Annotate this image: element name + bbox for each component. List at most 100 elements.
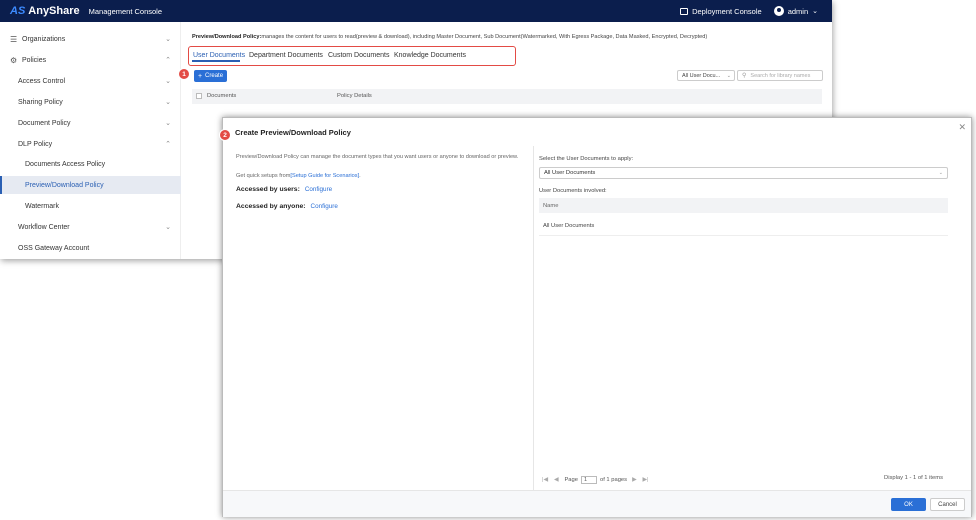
chevron-down-icon: ⌄ — [812, 8, 818, 15]
deployment-console-label: Deployment Console — [692, 6, 762, 16]
close-icon[interactable]: ✕ — [958, 122, 966, 133]
column-name: Name — [543, 202, 559, 209]
display-count: Display 1 - 1 of 1 items — [884, 475, 943, 481]
sidebar-item-label: OSS Gateway Account — [18, 244, 90, 252]
sidebar-item-documents-access-policy[interactable]: Documents Access Policy — [0, 155, 181, 173]
dialog-intro: Preview/Download Policy can manage the d… — [236, 154, 519, 160]
search-placeholder: Search for library names — [750, 72, 811, 79]
document-type-select-value: All User Docu... — [682, 72, 721, 79]
setup-guide-line: Get quick setups from[Setup Guide for Sc… — [236, 173, 361, 179]
chevron-down-icon: ⌄ — [165, 120, 171, 127]
org-icon: ☰ — [10, 34, 18, 44]
chevron-down-icon: ⌄ — [165, 224, 171, 231]
policy-description-title: Preview/Download Policy: — [192, 34, 262, 40]
sidebar-item-dlp-policy[interactable]: DLP Policy ⌃ — [0, 135, 181, 153]
row-name: All User Documents — [543, 222, 595, 229]
step-badge-2: 2 — [219, 129, 231, 141]
tab-custom-documents[interactable]: Custom Documents — [328, 52, 389, 59]
top-bar: AS AnyShare Management Console Deploymen… — [0, 0, 832, 22]
prev-page-icon[interactable]: ◀ — [554, 477, 558, 483]
chevron-down-icon: ⌄ — [165, 78, 171, 85]
accessed-by-users-row: Accessed by users: Configure — [236, 186, 332, 193]
sidebar-item-label: Sharing Policy — [18, 98, 63, 106]
create-button[interactable]: + Create — [194, 70, 227, 82]
sidebar-item-label: Policies — [22, 56, 47, 64]
sidebar-item-document-policy[interactable]: Document Policy ⌄ — [0, 114, 181, 132]
chevron-down-icon: ⌄ — [938, 170, 943, 176]
page-label: Page — [564, 477, 578, 483]
user-documents-select-value: All User Documents — [544, 170, 596, 176]
setup-prefix: Get quick setups from — [236, 173, 291, 179]
monitor-icon — [680, 7, 689, 15]
logo[interactable]: AS AnyShare — [10, 5, 80, 17]
search-input[interactable]: ⚲ Search for library names — [737, 70, 823, 81]
first-page-icon[interactable]: |◀ — [542, 477, 548, 483]
sidebar-item-oss-gateway-account[interactable]: OSS Gateway Account — [0, 239, 181, 257]
sidebar-item-access-control[interactable]: Access Control ⌄ — [0, 72, 181, 90]
tab-knowledge-documents[interactable]: Knowledge Documents — [394, 52, 466, 59]
user-name: admin — [787, 6, 809, 16]
sidebar-item-label: Document Policy — [18, 119, 71, 127]
sidebar-item-workflow-center[interactable]: Workflow Center ⌄ — [0, 218, 181, 236]
screen: AS AnyShare Management Console Deploymen… — [0, 0, 976, 520]
dialog-footer: OK Cancel — [223, 490, 971, 517]
cancel-button[interactable]: Cancel — [930, 498, 965, 511]
chevron-down-icon: ⌄ — [726, 72, 731, 79]
active-tab-underline — [192, 60, 240, 62]
accessed-by-anyone-row: Accessed by anyone: Configure — [236, 203, 338, 210]
sidebar-item-label: Access Control — [18, 77, 66, 85]
sidebar-item-label: Organizations — [22, 35, 66, 43]
chevron-up-icon: ⌃ — [165, 141, 171, 148]
tab-department-documents[interactable]: Department Documents — [249, 52, 323, 59]
sidebar: ☰ Organizations ⌄ ⚙ Policies ⌃ Access Co… — [0, 22, 181, 259]
ok-button[interactable]: OK — [891, 498, 926, 511]
policy-description: Preview/Download Policy:manages the cont… — [192, 34, 707, 40]
plus-icon: + — [197, 72, 203, 80]
deployment-console-link[interactable]: Deployment Console — [680, 7, 762, 16]
sidebar-item-watermark[interactable]: Watermark — [0, 197, 181, 215]
policy-icon: ⚙ — [10, 55, 18, 65]
accessed-by-users-label: Accessed by users: — [236, 186, 300, 193]
page-count: of 1 pages — [599, 477, 628, 483]
setup-suffix: . — [359, 173, 361, 179]
table-header: Documents Policy Details — [192, 89, 822, 104]
step-badge-1: 1 — [178, 68, 190, 80]
dialog-right-pane: Select the User Documents to apply: All … — [534, 148, 971, 488]
sidebar-item-organizations[interactable]: ☰ Organizations ⌄ — [0, 30, 181, 48]
create-button-label: Create — [205, 73, 224, 79]
document-type-select[interactable]: All User Docu... ⌄ — [677, 70, 735, 81]
logo-mark-icon: AS — [10, 5, 26, 17]
dialog-title: Create Preview/Download Policy — [235, 128, 351, 137]
chevron-down-icon: ⌄ — [165, 36, 171, 43]
next-page-icon[interactable]: ▶ — [632, 477, 636, 483]
involved-table-header: Name — [539, 198, 948, 213]
tab-user-documents[interactable]: User Documents — [193, 52, 245, 59]
user-menu[interactable]: admin ⌄ — [773, 6, 818, 16]
chevron-up-icon: ⌃ — [165, 57, 171, 64]
configure-anyone-link[interactable]: Configure — [311, 203, 338, 210]
user-documents-select[interactable]: All User Documents ⌄ — [539, 167, 948, 179]
sidebar-item-preview-download-policy[interactable]: Preview/Download Policy — [0, 176, 181, 194]
accessed-by-anyone-label: Accessed by anyone: — [236, 203, 306, 210]
console-title: Management Console — [88, 6, 163, 16]
table-row[interactable]: All User Documents — [539, 216, 948, 236]
column-policy-details: Policy Details — [337, 93, 372, 99]
sidebar-item-label: Documents Access Policy — [25, 160, 106, 168]
chevron-down-icon: ⌄ — [165, 99, 171, 106]
sidebar-item-sharing-policy[interactable]: Sharing Policy ⌄ — [0, 93, 181, 111]
logo-text: AnyShare — [28, 5, 80, 17]
select-all-checkbox[interactable] — [196, 93, 202, 99]
sidebar-item-label: Watermark — [25, 202, 59, 210]
create-policy-dialog: ✕ Create Preview/Download Policy Preview… — [222, 117, 972, 517]
last-page-icon[interactable]: ▶| — [643, 477, 649, 483]
sidebar-item-policies[interactable]: ⚙ Policies ⌃ — [0, 51, 181, 69]
page-number-input[interactable]: 1 — [580, 476, 597, 484]
column-documents: Documents — [207, 93, 237, 99]
involved-documents-label: User Documents involved: — [539, 188, 607, 194]
select-documents-label: Select the User Documents to apply: — [539, 156, 634, 162]
dialog-left-pane: Preview/Download Policy can manage the d… — [223, 148, 533, 488]
setup-guide-link[interactable]: [Setup Guide for Scenarios] — [290, 173, 359, 179]
policy-description-text: manages the content for users to read(pr… — [261, 34, 708, 40]
configure-users-link[interactable]: Configure — [305, 186, 332, 193]
sidebar-item-label: DLP Policy — [18, 140, 53, 148]
